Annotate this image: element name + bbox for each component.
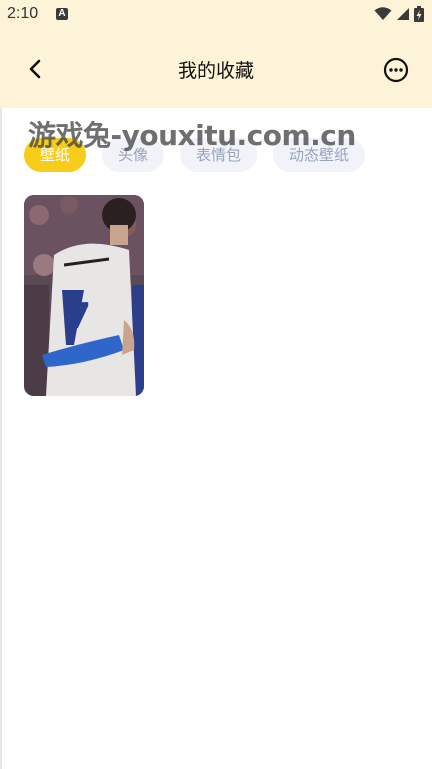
screen: 2:10 A 我的收藏 壁纸 头像 表情包 动态壁纸 游戏兔-youxitu.c…: [0, 0, 432, 769]
battery-charging-icon: [414, 6, 424, 22]
tab-wallpaper[interactable]: 壁纸: [24, 138, 87, 172]
status-icons: [374, 6, 424, 22]
page-title: 我的收藏: [177, 60, 254, 82]
left-edge: [0, 108, 2, 769]
signal-icon: [397, 8, 409, 20]
favorite-wallpaper-card[interactable]: 7: [24, 195, 144, 396]
wallpaper-thumbnail: 7: [24, 195, 144, 396]
status-bar: 2:10 A: [0, 0, 432, 30]
wifi-icon: [374, 7, 392, 20]
tab-live-wallpaper[interactable]: 动态壁纸: [273, 138, 366, 172]
tab-avatar[interactable]: 头像: [102, 138, 165, 172]
tab-stickers[interactable]: 表情包: [180, 138, 258, 172]
app-bar: 我的收藏: [0, 30, 432, 108]
notification-a-icon: A: [56, 8, 68, 20]
more-horizontal-circle-icon: [383, 57, 409, 83]
status-time: 2:10: [7, 5, 39, 22]
jersey-number: 7: [66, 296, 91, 337]
category-tabs: 壁纸 头像 表情包 动态壁纸: [24, 138, 366, 172]
more-button[interactable]: [382, 56, 410, 84]
